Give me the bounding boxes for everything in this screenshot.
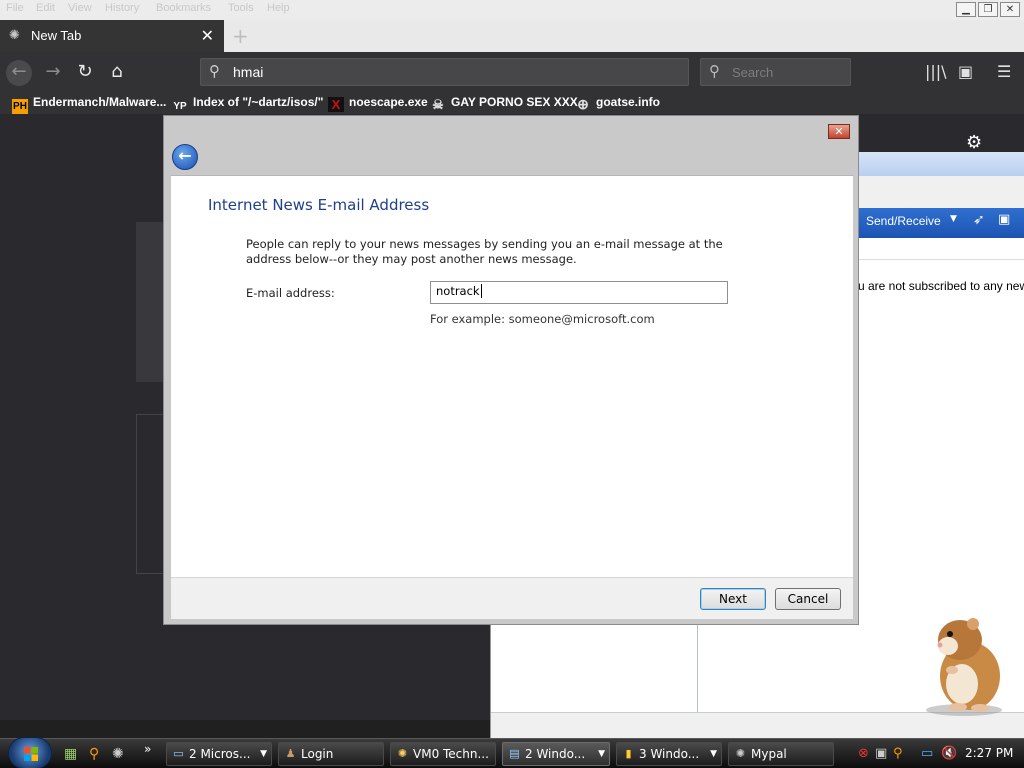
next-button[interactable]: Next (700, 588, 766, 610)
dialog-body: Internet News E-mail Address People can … (171, 175, 853, 577)
url-bar[interactable]: ⚲ hmai (200, 58, 689, 86)
bookmarks-toolbar: PH Endermanch/Malware... YP Index of "/~da… (0, 92, 1024, 114)
chevron-down-icon[interactable]: ▼ (260, 743, 267, 765)
overflow-chevron-icon[interactable]: » (144, 742, 151, 756)
window-icon: ▭ (173, 747, 184, 760)
email-field[interactable]: notrack (430, 281, 728, 304)
login-icon: ♟ (285, 747, 296, 760)
taskbar-button[interactable]: ▭ 2 Micros... ▼ (166, 742, 272, 766)
tab-title: New Tab (31, 28, 82, 43)
bookmark-item[interactable]: Xnoescape.exe (328, 95, 428, 112)
menu-bar: File Edit View History Bookmarks Tools H… (0, 0, 1024, 20)
nav-bar: ← → ↻ ⌂ ⚲ hmai ⚲ Search |||\ ▣ ☰ (0, 52, 1024, 92)
sidebar-icon[interactable]: ▣ (958, 62, 973, 81)
x-icon: X (328, 97, 344, 112)
menu-history[interactable]: History (105, 2, 139, 14)
send-receive-button[interactable]: Send/Receive (866, 214, 941, 228)
url-text: hmai (233, 64, 264, 80)
address-book-icon[interactable]: ➶ (973, 212, 985, 228)
mypal-icon[interactable]: ✺ (112, 746, 124, 762)
dialog-title: Internet News E-mail Address (208, 196, 430, 214)
menu-help[interactable]: Help (267, 2, 290, 14)
reload-icon[interactable]: ↻ (72, 60, 98, 86)
bookmark-item[interactable]: ☠ GAY PORNO SEX XXX (430, 95, 578, 112)
taskbar-button[interactable]: ✺ Mypal (728, 742, 834, 766)
email-address-dialog: ✕ ← Internet News E-mail Address People … (163, 115, 859, 625)
home-icon[interactable]: ⌂ (104, 60, 130, 86)
system-tray: ⊗ ▣ ⚲ ▭ 🔇 2:27 PM (853, 743, 1024, 765)
bookmark-item[interactable]: ⊕ goatse.info (575, 95, 660, 112)
dialog-footer: Next Cancel (171, 577, 853, 619)
search-placeholder: Search (732, 65, 774, 80)
dialog-description: People can reply to your news messages b… (246, 237, 723, 266)
menu-bookmarks[interactable]: Bookmarks (156, 2, 211, 14)
chevron-down-icon[interactable]: ▼ (598, 743, 605, 765)
email-example: For example: someone@microsoft.com (430, 312, 655, 326)
menu-file[interactable]: File (6, 2, 24, 14)
mypal-icon: ✺ (735, 747, 746, 760)
taskbar: ▦ ⚲ ✺ » ▭ 2 Micros... ▼ ♟ Login ✺ VM0 Te… (0, 737, 1024, 768)
window-icon: ▤ (509, 747, 520, 760)
search-icon: ⚲ (709, 62, 720, 80)
search-icon: ⚲ (209, 62, 220, 80)
email-label: E-mail address: (246, 286, 335, 300)
minimize-button[interactable]: ▁ (956, 2, 976, 17)
chevron-down-icon[interactable]: ▼ (710, 743, 717, 765)
globe-icon: ⊕ (577, 96, 589, 112)
email-value: notrack (436, 284, 480, 298)
skull-icon: ☠ (432, 97, 444, 112)
bookmark-item[interactable]: YP Index of "/~dartz/isos/" (172, 95, 323, 114)
folder-icon: ▮ (625, 747, 632, 760)
hamster-icon[interactable] (918, 612, 1010, 718)
pane-divider (697, 622, 698, 712)
back-arrow-icon[interactable]: ← (6, 60, 32, 86)
taskbar-button[interactable]: ▮ 3 Windo... ▼ (616, 742, 722, 766)
gear-icon[interactable]: ⚙ (966, 132, 982, 153)
tab-new-tab[interactable]: ✺ New Tab ✕ (0, 20, 224, 52)
text-caret (480, 284, 482, 298)
hamburger-menu-icon[interactable]: ☰ (997, 62, 1011, 81)
windows-logo-icon (24, 747, 38, 761)
taskbar-button[interactable]: ♟ Login (278, 742, 384, 766)
dialog-close-button[interactable]: ✕ (828, 124, 850, 139)
menu-view[interactable]: View (68, 2, 92, 14)
tab-close-icon[interactable]: ✕ (201, 26, 214, 45)
forward-arrow-icon[interactable]: → (40, 60, 66, 86)
chevron-down-icon[interactable]: ▼ (950, 214, 957, 224)
network-icon[interactable]: ▣ (875, 746, 887, 761)
top-site-tile[interactable] (136, 222, 164, 382)
menu-tools[interactable]: Tools (228, 2, 254, 14)
taskbar-button[interactable]: ▤ 2 Windo... ▼ (502, 742, 610, 766)
desktop-icon[interactable]: ▦ (64, 746, 77, 762)
volume-muted-icon[interactable]: 🔇 (941, 746, 957, 761)
window-controls: ▁ ❐ ✕ (956, 2, 1020, 17)
ph-icon: PH (12, 99, 28, 114)
tab-bar: ✺ New Tab ✕ + (0, 20, 1024, 52)
library-icon[interactable]: |||\ (925, 62, 947, 81)
vm-icon: ✺ (397, 747, 408, 760)
bookmark-item[interactable]: PH Endermanch/Malware... (12, 95, 166, 114)
highlight-card[interactable] (136, 414, 164, 574)
taskbar-button[interactable]: ✺ VM0 Techn... (390, 742, 496, 766)
start-button[interactable] (8, 737, 52, 768)
clock[interactable]: 2:27 PM (965, 746, 1013, 760)
search-input[interactable]: ⚲ Search (700, 58, 851, 86)
back-arrow-icon[interactable]: ← (172, 144, 198, 170)
no-subscription-message: u are not subscribed to any new (858, 279, 1024, 293)
monitor-icon[interactable]: ▭ (921, 746, 933, 761)
new-tab-button[interactable]: + (232, 24, 249, 48)
cancel-button[interactable]: Cancel (775, 588, 841, 610)
contacts-icon[interactable]: ▣ (998, 212, 1010, 227)
search-icon[interactable]: ⚲ (893, 746, 903, 761)
restore-button[interactable]: ❐ (978, 2, 998, 17)
yp-icon: YP (173, 101, 187, 112)
mypal-icon: ✺ (9, 28, 20, 43)
menu-edit[interactable]: Edit (36, 2, 55, 14)
error-icon[interactable]: ⊗ (858, 746, 869, 761)
search-icon[interactable]: ⚲ (89, 746, 99, 762)
window-close-button[interactable]: ✕ (1000, 2, 1020, 17)
